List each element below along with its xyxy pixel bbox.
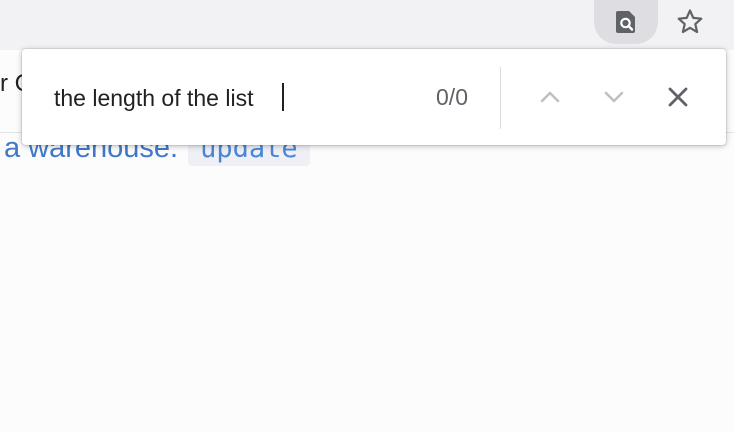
- find-bar-divider: [500, 67, 501, 129]
- match-count: 0/0: [436, 84, 468, 110]
- browser-toolbar: [0, 0, 734, 50]
- find-bar: 0/0: [22, 49, 726, 145]
- chevron-up-icon: [540, 91, 560, 103]
- close-find-button[interactable]: [658, 77, 698, 117]
- previous-match-button[interactable]: [530, 77, 570, 117]
- find-in-page-icon: [616, 11, 635, 33]
- find-in-page-button[interactable]: [594, 0, 658, 44]
- find-input[interactable]: [54, 81, 414, 115]
- close-icon: [668, 87, 688, 107]
- bookmark-button[interactable]: [658, 0, 722, 44]
- star-outline-icon: [677, 9, 703, 34]
- chevron-down-icon: [604, 91, 624, 103]
- next-match-button[interactable]: [594, 77, 634, 117]
- text-caret: [282, 83, 284, 111]
